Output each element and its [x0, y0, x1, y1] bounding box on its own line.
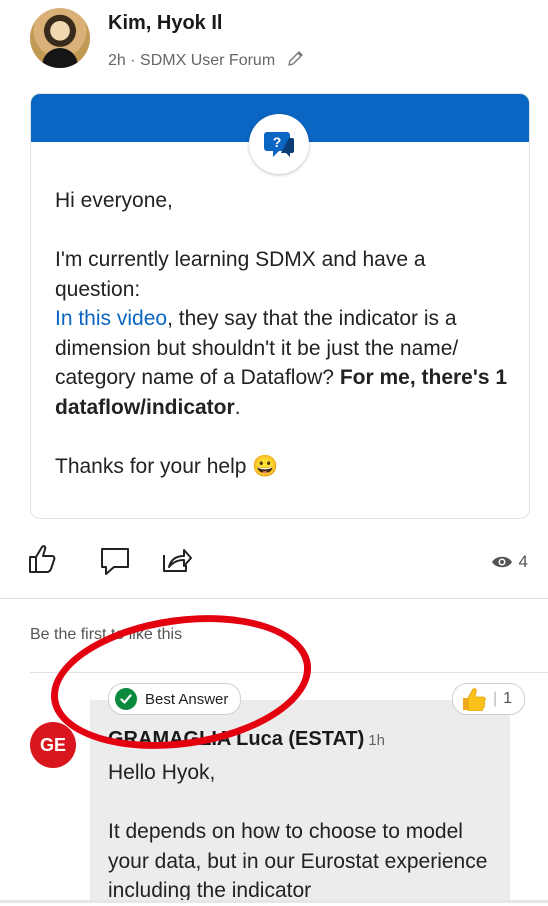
post-thanks: Thanks for your help 😀	[55, 454, 279, 478]
share-icon[interactable]	[160, 543, 194, 582]
reaction-separator: |	[493, 690, 498, 707]
comment-time: 1h	[368, 732, 385, 749]
svg-text:?: ?	[273, 134, 282, 150]
commenter-avatar[interactable]: GE	[30, 722, 76, 768]
view-count-value: 4	[518, 552, 528, 571]
author-avatar[interactable]	[30, 8, 90, 68]
post-card: ? Hi everyone, I'm currently learning SD…	[30, 93, 530, 519]
post-greeting: Hi everyone,	[55, 189, 173, 212]
post-paragraph: I'm currently learning SDMX and have a q…	[55, 245, 515, 422]
post-body: Hi everyone, I'm currently learning SDMX…	[55, 186, 515, 481]
eye-icon	[491, 556, 512, 568]
comment-body: Hello Hyok, It depends on how to choose …	[108, 758, 498, 906]
post-line2-end: .	[234, 395, 241, 419]
comment-paragraph: It depends on how to choose to model you…	[108, 820, 488, 902]
post-author-name[interactable]: Kim, Hyok Il	[108, 12, 222, 35]
divider	[0, 598, 548, 599]
comment-icon[interactable]	[98, 544, 132, 583]
reaction-count: 1	[503, 690, 513, 707]
post-meta: 2h · SDMX User Forum	[108, 48, 306, 70]
reaction-pill[interactable]: | 1	[452, 683, 526, 715]
edit-pencil-icon[interactable]	[286, 48, 306, 68]
video-link[interactable]: In this video	[55, 307, 167, 330]
post-line1: I'm currently learning SDMX and have a q…	[55, 248, 426, 301]
post-meta-text: 2h · SDMX User Forum	[108, 52, 276, 69]
thumbs-up-emoji-icon	[463, 688, 486, 711]
comment-greeting: Hello Hyok,	[108, 761, 216, 784]
view-count: 4	[491, 552, 528, 572]
like-icon[interactable]	[26, 542, 60, 581]
question-icon: ?	[249, 114, 309, 174]
